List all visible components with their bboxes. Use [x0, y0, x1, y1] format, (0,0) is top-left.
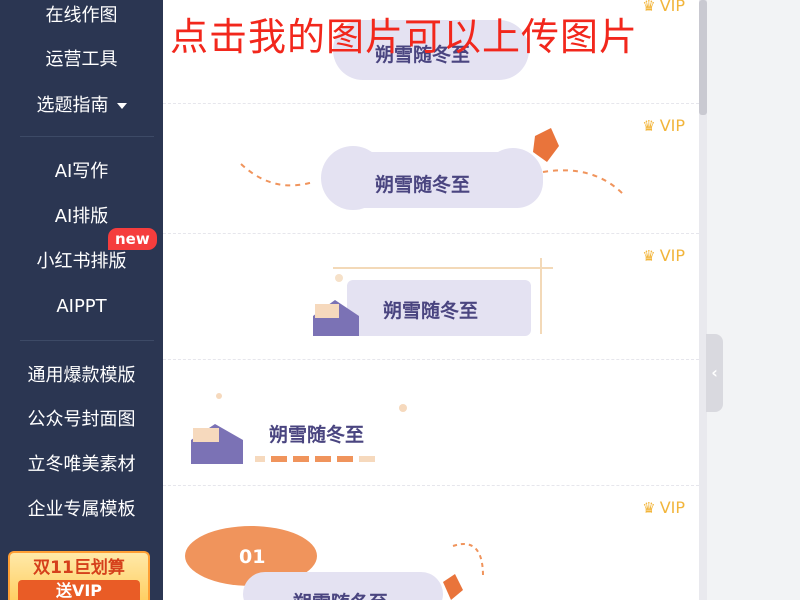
vip-label: VIP [659, 0, 685, 15]
numbered-decoration [185, 526, 484, 600]
caret-down-icon [116, 103, 127, 109]
promo-line1: 双11巨划算 [33, 558, 125, 578]
sidebar-item-wechat-cover[interactable]: 公众号封面图 [0, 408, 163, 432]
collapse-button[interactable]: ‹ [706, 334, 723, 412]
chevron-left-icon: ‹ [711, 363, 718, 382]
sidebar-item-enterprise-templates[interactable]: 企业专属模板 [0, 498, 163, 522]
sidebar-item-ai-layout[interactable]: AI排版 [0, 205, 163, 229]
sidebar-item-ai-writing[interactable]: AI写作 [0, 160, 163, 184]
sidebar-item-winter-assets[interactable]: 立冬唯美素材 [0, 453, 163, 477]
card-number: 01 [239, 546, 266, 568]
sidebar-item-online-design[interactable]: 在线作图 [0, 4, 163, 28]
sidebar-item-label: 选题指南 [36, 95, 109, 116]
divider [20, 136, 154, 137]
card-title: 朔雪随冬至 [383, 300, 479, 322]
card-title: 朔雪随冬至 [269, 424, 365, 446]
card-title: 朔雪随冬至 [375, 174, 471, 196]
sidebar-item-xhs-layout[interactable]: 小红书排版 [0, 250, 163, 274]
template-card[interactable]: ♛VIP 01 朔雪随冬至 [163, 486, 699, 600]
promo-banner[interactable]: 双11巨划算 送VIP [8, 551, 150, 600]
divider [20, 340, 154, 341]
sidebar-item-popular-templates[interactable]: 通用爆款模版 [0, 364, 163, 388]
upload-hint-caption: 点击我的图片可以上传图片 [170, 15, 639, 59]
template-list: ♛ VIP 朔雪随冬至 ♛ VIP 朔雪随冬至 ♛ VIP 朔雪随冬至 朔雪随冬… [163, 0, 699, 600]
vip-badge: ♛ VIP [642, 0, 685, 16]
template-card[interactable]: ♛ VIP 朔雪随冬至 [163, 234, 699, 360]
house-decoration [191, 393, 407, 464]
crown-icon: ♛ [642, 0, 656, 15]
sidebar-item-aippt[interactable]: AIPPT [0, 295, 163, 319]
promo-line2: 送VIP [18, 580, 140, 600]
scrollbar-thumb[interactable] [699, 0, 707, 115]
card-title: 朔雪随冬至 [293, 588, 388, 600]
sidebar-item-ops-tools[interactable]: 运营工具 [0, 48, 163, 72]
template-card[interactable]: ♛ VIP 朔雪随冬至 [163, 104, 699, 234]
sidebar: 在线作图 运营工具 选题指南 AI写作 AI排版 new 小红书排版 AIPPT… [0, 0, 163, 600]
sidebar-item-topic-guide[interactable]: 选题指南 [0, 94, 163, 118]
template-card[interactable]: 朔雪随冬至 [163, 360, 699, 486]
new-badge: new [108, 228, 157, 250]
cloud-decoration [240, 128, 624, 210]
